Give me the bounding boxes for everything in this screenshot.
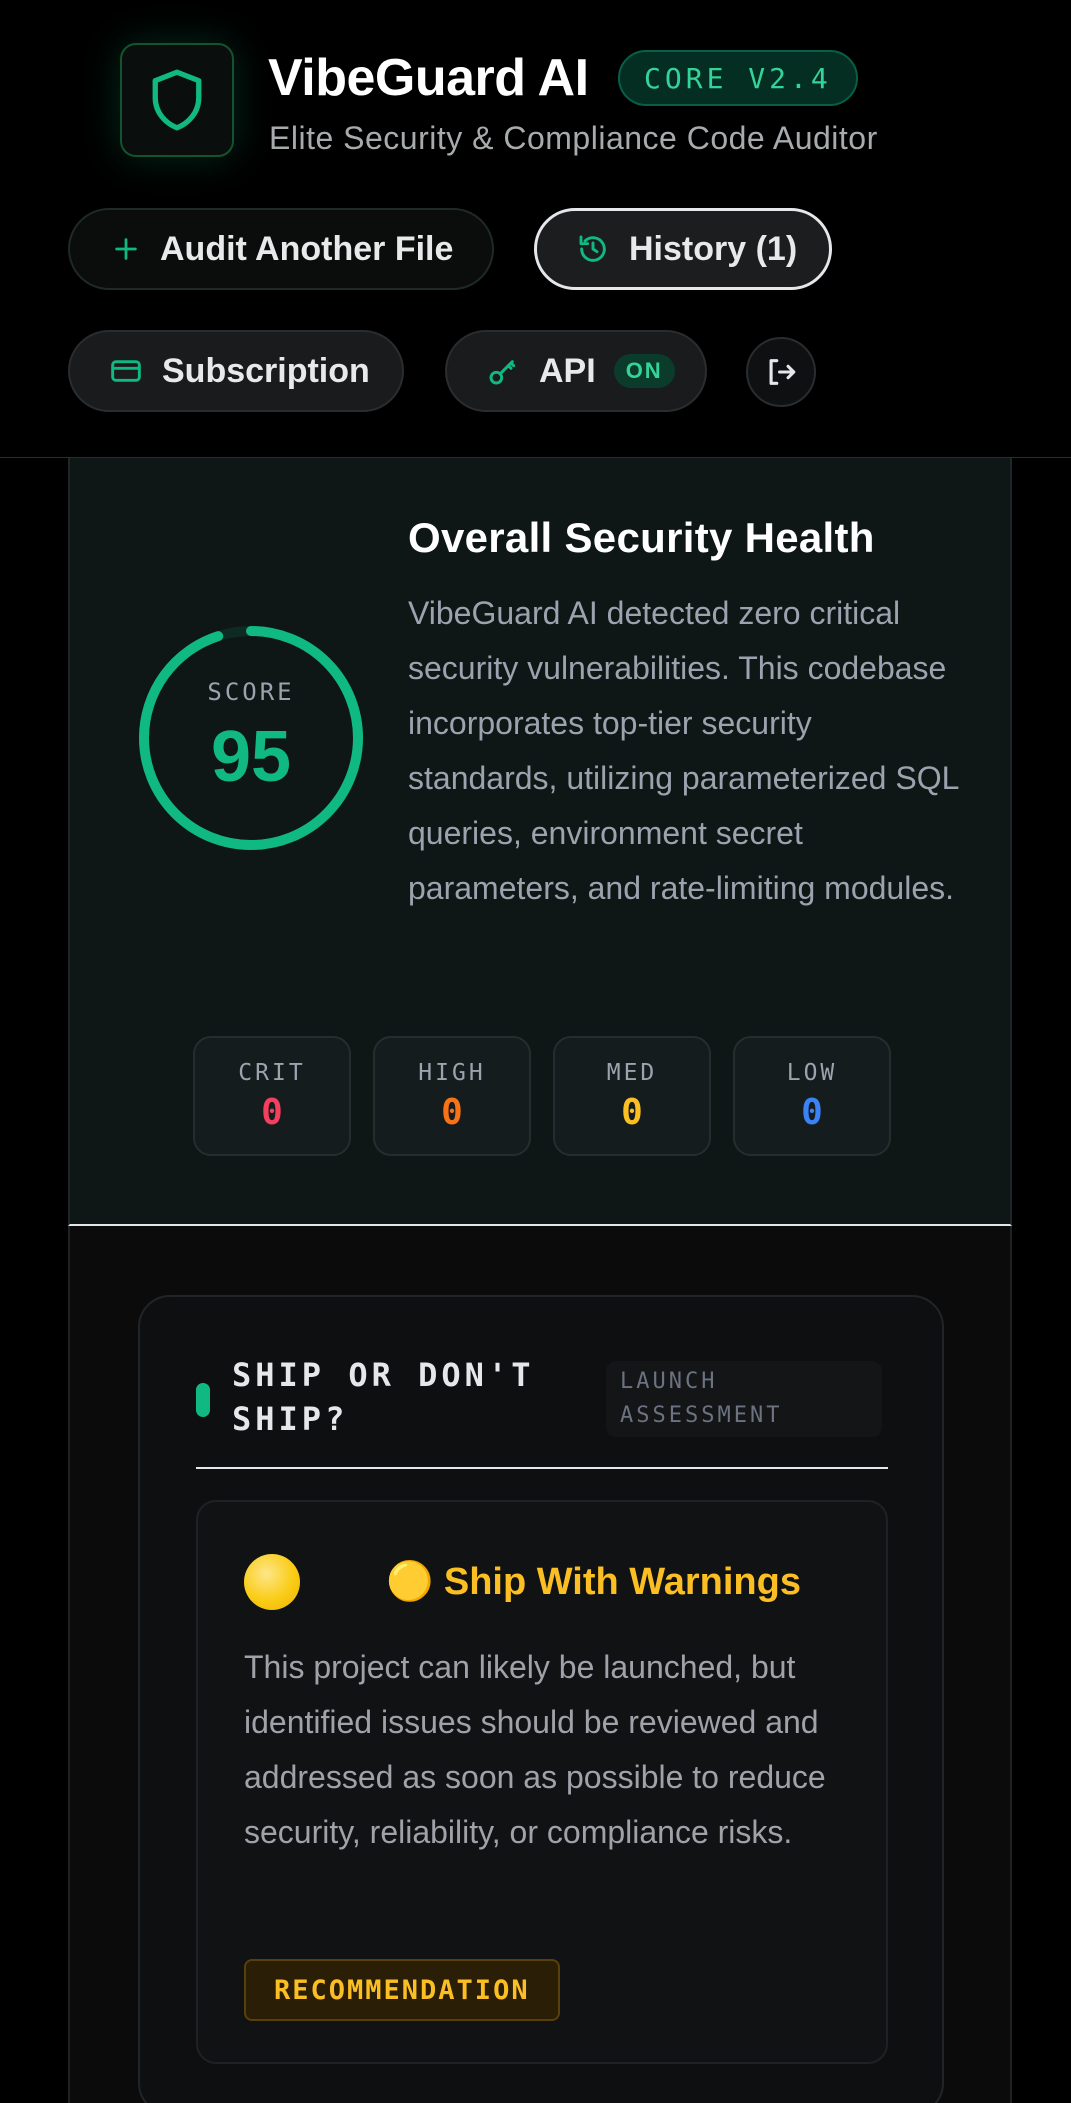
yellow-circle-icon [244,1554,300,1610]
subscription-button[interactable]: Subscription [68,330,404,412]
severity-label: HIGH [418,1060,486,1086]
severity-count: 0 [261,1092,283,1133]
shield-icon [152,69,202,131]
section-divider [196,1467,888,1469]
verdict-card: 🟡 Ship With Warnings This project can li… [196,1500,888,2064]
severity-label: MED [606,1060,658,1086]
score-label: SCORE [207,678,295,706]
app-subtitle: Elite Security & Compliance Code Auditor [269,120,878,156]
severity-label: CRIT [238,1060,306,1086]
key-icon [487,355,519,387]
version-badge: CORE V2.4 [618,50,858,106]
audit-button-label: Audit Another File [160,229,454,268]
history-button-label: History (1) [629,229,798,268]
security-health-card: SCORE 95 Overall Security Health VibeGua… [68,458,1012,1226]
severity-low: LOW 0 [733,1036,891,1156]
severity-high: HIGH 0 [373,1036,531,1156]
recommendation-button[interactable]: RECOMMENDATION [244,1959,560,2021]
severity-count: 0 [621,1092,643,1133]
health-title: Overall Security Health [408,514,875,561]
history-icon [577,233,609,265]
ship-section-title: SHIP OR DON'T SHIP? [232,1356,535,1438]
app-title: VibeGuard AI [268,49,589,107]
logout-icon [769,359,796,385]
logout-button[interactable] [746,337,816,407]
verdict-title: 🟡 Ship With Warnings [386,1561,801,1603]
launch-assessment-panel: SHIP OR DON'T SHIP? LAUNCH ASSESSMENT 🟡 … [68,1226,1012,2103]
severity-label: LOW [786,1060,838,1086]
api-button[interactable]: API ON [445,330,707,412]
score-value: 95 [210,717,292,797]
severity-count: 0 [801,1092,823,1133]
severity-crit: CRIT 0 [193,1036,351,1156]
plus-icon [112,235,140,263]
credit-card-icon [110,357,142,385]
api-status-badge: ON [613,354,675,388]
severity-count: 0 [441,1092,463,1133]
launch-assessment-tag: LAUNCH ASSESSMENT [606,1361,882,1437]
app-header: VibeGuard AI CORE V2.4 Elite Security & … [0,0,1071,458]
history-button[interactable]: History (1) [534,208,832,290]
ship-or-dont-ship-card: SHIP OR DON'T SHIP? LAUNCH ASSESSMENT 🟡 … [138,1295,944,2103]
severity-med: MED 0 [553,1036,711,1156]
api-button-label: API [539,351,596,390]
verdict-description: This project can likely be launched, but… [244,1649,826,1850]
audit-another-file-button[interactable]: Audit Another File [68,208,494,290]
subscription-button-label: Subscription [162,351,370,390]
app-logo [120,43,234,157]
health-description: VibeGuard AI detected zero critical secu… [408,595,959,906]
section-accent-bar [196,1383,210,1417]
